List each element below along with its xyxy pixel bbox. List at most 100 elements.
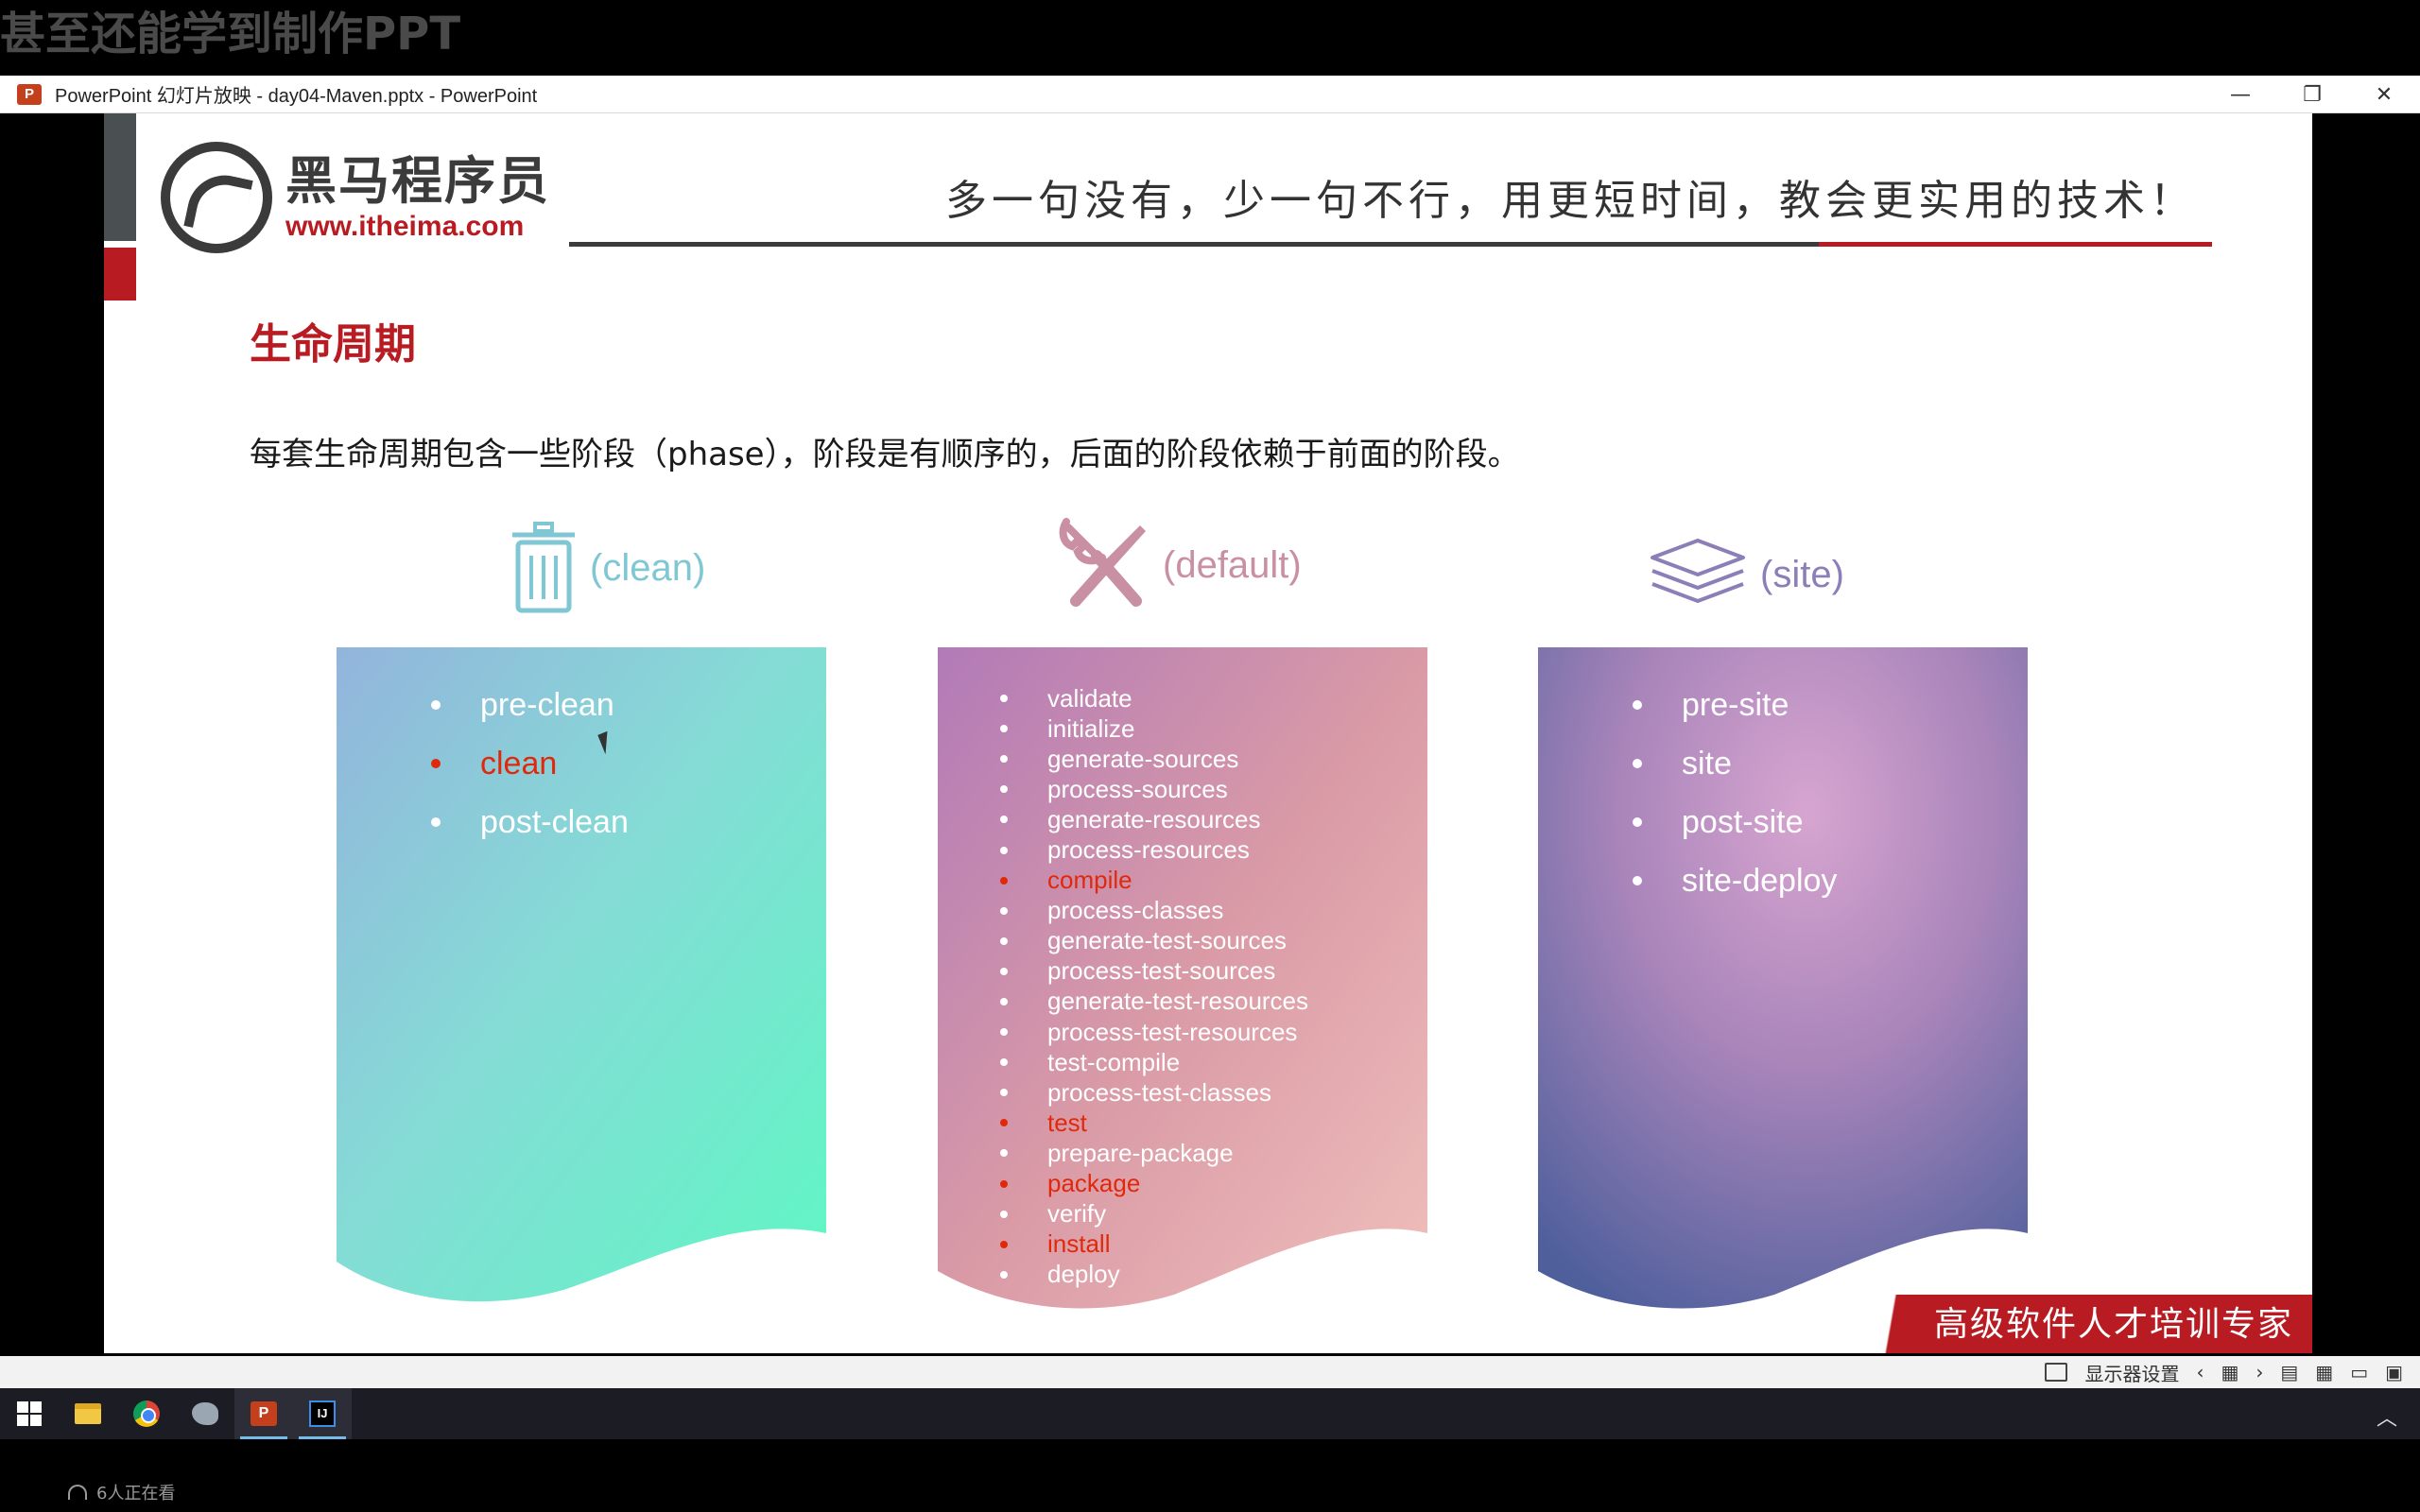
phase-label: process-classes [1047, 896, 1224, 925]
normal-view-button[interactable]: ▤ [2280, 1361, 2298, 1383]
horse-logo-icon [161, 142, 272, 253]
column-header-site: (site) [1649, 537, 1844, 612]
slide-slogan: 多一句没有，少一句不行，用更短时间，教会更实用的技术！ [945, 177, 2196, 225]
phase-item: validate [1000, 683, 1308, 713]
bullet-icon [431, 700, 441, 710]
phase-list-clean: pre-clean clean post-clean [431, 676, 629, 851]
phase-label: install [1047, 1229, 1111, 1259]
logo-url: www.itheima.com [285, 211, 525, 242]
column-header-clean: (clean) [510, 522, 705, 614]
reading-view-button[interactable]: ▭ [2350, 1361, 2368, 1383]
window-controls: — ❐ ✕ [2204, 76, 2420, 113]
phase-item: install [1000, 1229, 1308, 1260]
phase-label: process-resources [1047, 835, 1250, 865]
bullet-icon [1000, 967, 1008, 975]
windows-taskbar: P IJ ︿ [0, 1388, 2420, 1439]
phase-label: process-test-sources [1047, 956, 1276, 986]
phase-item: clean [431, 734, 629, 793]
phase-label: clean [480, 745, 558, 782]
slideshow-statusbar: 显示器设置 ‹ ▦ › ▤ ▦ ▭ ▣ [0, 1356, 2420, 1388]
slide-title: 生命周期 [250, 320, 416, 369]
phase-item: pre-site [1633, 676, 1837, 734]
viewer-count: 6人正在看 [68, 1480, 175, 1504]
phase-item: test [1000, 1108, 1308, 1138]
phase-label: test-compile [1047, 1047, 1181, 1076]
slide-sorter-button[interactable]: ▦ [2315, 1361, 2333, 1383]
close-button[interactable]: ✕ [2348, 76, 2420, 113]
taskbar-bird-app[interactable] [176, 1388, 234, 1439]
column-label-clean: (clean) [590, 546, 706, 589]
bullet-icon [1000, 695, 1008, 703]
bullet-icon [1000, 997, 1008, 1005]
bullet-icon [1000, 1149, 1008, 1158]
phase-label: test [1047, 1108, 1087, 1137]
phase-item: deploy [1000, 1260, 1308, 1290]
restore-button[interactable]: ❐ [2276, 76, 2348, 113]
window-titlebar: P PowerPoint 幻灯片放映 - day04-Maven.pptx - … [0, 76, 2420, 113]
phase-item: prepare-package [1000, 1138, 1308, 1168]
phase-item: process-sources [1000, 774, 1308, 804]
lifecycle-card-clean: pre-clean clean post-clean [337, 647, 826, 1309]
taskbar-chrome[interactable] [117, 1388, 176, 1439]
slide-grid-button[interactable]: ▦ [2221, 1361, 2238, 1383]
slide-description: 每套生命周期包含一些阶段（phase），阶段是有顺序的，后面的阶段依赖于前面的阶… [250, 436, 1520, 473]
viewer-count-label: 6人正在看 [96, 1484, 176, 1503]
phase-label: generate-sources [1047, 744, 1239, 773]
bullet-icon [1000, 1089, 1008, 1097]
taskbar-file-explorer[interactable] [59, 1388, 117, 1439]
taskbar-powerpoint[interactable]: P [234, 1388, 293, 1439]
bullet-icon [1000, 816, 1008, 824]
windows-start-icon [17, 1401, 42, 1426]
prev-slide-button[interactable]: ‹ [2196, 1361, 2204, 1383]
bullet-icon [1000, 1240, 1008, 1248]
wrench-screwdriver-icon [1059, 518, 1146, 607]
phase-label: initialize [1047, 713, 1135, 743]
bullet-icon [1000, 1058, 1008, 1067]
phase-item: pre-clean [431, 676, 629, 734]
phase-label: site [1682, 745, 1732, 782]
start-button[interactable] [0, 1388, 59, 1439]
phase-label: generate-resources [1047, 804, 1261, 833]
chrome-icon [133, 1400, 160, 1427]
header-divider [569, 242, 1819, 247]
phase-item: process-resources [1000, 834, 1308, 865]
phase-item: verify [1000, 1199, 1308, 1229]
phase-list-default: validate initialize generate-sources proces… [1000, 683, 1308, 1290]
phase-item: generate-test-sources [1000, 926, 1308, 956]
phase-label: pre-clean [480, 686, 614, 723]
slideshow-view-button[interactable]: ▣ [2385, 1361, 2403, 1383]
intellij-icon: IJ [309, 1400, 336, 1427]
phase-item: post-clean [431, 793, 629, 851]
column-label-default: (default) [1163, 543, 1302, 586]
lifecycle-card-site: pre-site site post-site site-deploy [1538, 647, 2028, 1309]
bullet-icon [1000, 785, 1008, 794]
slideshow-stage[interactable]: 黑马程序员 www.itheima.com 多一句没有，少一句不行，用更短时间，… [0, 113, 2420, 1356]
itheima-logo: 黑马程序员 www.itheima.com [161, 142, 550, 253]
monitor-icon [2045, 1363, 2068, 1382]
phase-label: post-site [1682, 803, 1804, 840]
bullet-icon [1000, 846, 1008, 854]
bullet-icon [1000, 755, 1008, 764]
column-header-default: (default) [1059, 518, 1302, 612]
phase-label: process-test-resources [1047, 1017, 1298, 1046]
bullet-icon [1000, 906, 1008, 915]
phase-label: site-deploy [1682, 862, 1838, 899]
bullet-icon [1633, 759, 1642, 768]
phase-item: process-test-classes [1000, 1077, 1308, 1108]
headset-icon [68, 1485, 87, 1500]
phase-item: site [1633, 734, 1837, 793]
slide[interactable]: 黑马程序员 www.itheima.com 多一句没有，少一句不行，用更短时间，… [104, 113, 2312, 1353]
phase-label: verify [1047, 1199, 1107, 1228]
lifecycle-card-default: validate initialize generate-sources proces… [938, 647, 1427, 1309]
tray-expand-icon[interactable]: ︿ [2377, 1401, 2397, 1432]
minimize-button[interactable]: — [2204, 76, 2276, 113]
phase-label: post-clean [480, 803, 629, 840]
display-settings-button[interactable]: 显示器设置 [2045, 1359, 2179, 1386]
next-slide-button[interactable]: › [2256, 1361, 2263, 1383]
phase-item: compile [1000, 866, 1308, 896]
layers-icon [1651, 539, 1745, 603]
bullet-icon [1000, 1210, 1008, 1218]
phase-label: generate-test-sources [1047, 926, 1287, 955]
taskbar-intellij[interactable]: IJ [293, 1388, 352, 1439]
phase-item: process-test-sources [1000, 956, 1308, 987]
